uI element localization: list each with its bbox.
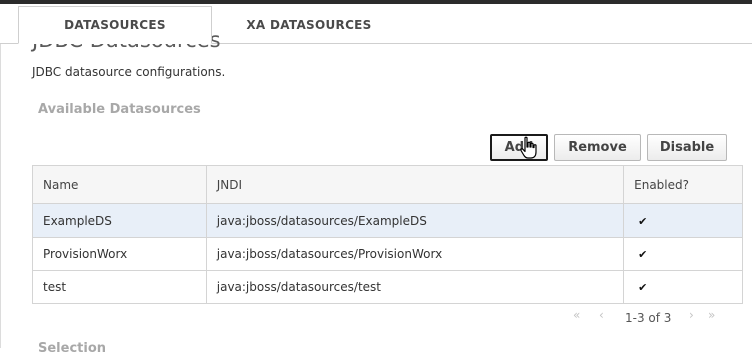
column-header-name[interactable]: Name: [32, 165, 207, 204]
checkmark-icon: ✔: [638, 248, 648, 261]
disable-button[interactable]: Disable: [647, 134, 727, 161]
left-rule: [0, 44, 1, 348]
pager-info: 1-3 of 3: [625, 311, 672, 325]
top-bar: [0, 0, 752, 4]
cell-name: test: [32, 270, 207, 304]
tab-xa-datasources[interactable]: XA DATASOURCES: [212, 6, 406, 44]
datasources-table: Name JNDI Enabled? ExampleDS java:jboss/…: [32, 165, 743, 304]
cell-jndi: java:jboss/datasources/ProvisionWorx: [205, 237, 625, 271]
table-row[interactable]: ExampleDS java:jboss/datasources/Example…: [32, 203, 743, 238]
remove-button[interactable]: Remove: [554, 134, 641, 161]
tab-datasources[interactable]: DATASOURCES: [18, 6, 212, 44]
hand-pointer-icon: [520, 136, 537, 159]
table-header-row: Name JNDI Enabled?: [32, 165, 743, 204]
prev-page-icon[interactable]: ‹: [599, 308, 604, 322]
last-page-icon[interactable]: »: [708, 308, 715, 322]
page-description: JDBC datasource configurations.: [32, 65, 226, 79]
first-page-icon[interactable]: «: [573, 308, 580, 322]
column-header-jndi[interactable]: JNDI: [205, 165, 625, 204]
checkmark-icon: ✔: [638, 214, 648, 228]
checkmark-icon: ✔: [638, 281, 648, 294]
cell-name: ProvisionWorx: [32, 237, 207, 271]
table-row[interactable]: ProvisionWorx java:jboss/datasources/Pro…: [32, 237, 743, 271]
cell-enabled: ✔: [623, 203, 743, 238]
section-title-available-datasources: Available Datasources: [38, 102, 201, 117]
cell-jndi: java:jboss/datasources/ExampleDS: [205, 203, 625, 238]
cell-name: ExampleDS: [32, 203, 207, 238]
column-header-enabled[interactable]: Enabled?: [623, 165, 743, 204]
next-page-icon[interactable]: ›: [689, 308, 694, 322]
table-row[interactable]: test java:jboss/datasources/test ✔: [32, 270, 743, 304]
cell-jndi: java:jboss/datasources/test: [205, 270, 625, 304]
section-title-selection: Selection: [38, 341, 107, 356]
cell-enabled: ✔: [623, 270, 743, 304]
cell-enabled: ✔: [623, 237, 743, 271]
